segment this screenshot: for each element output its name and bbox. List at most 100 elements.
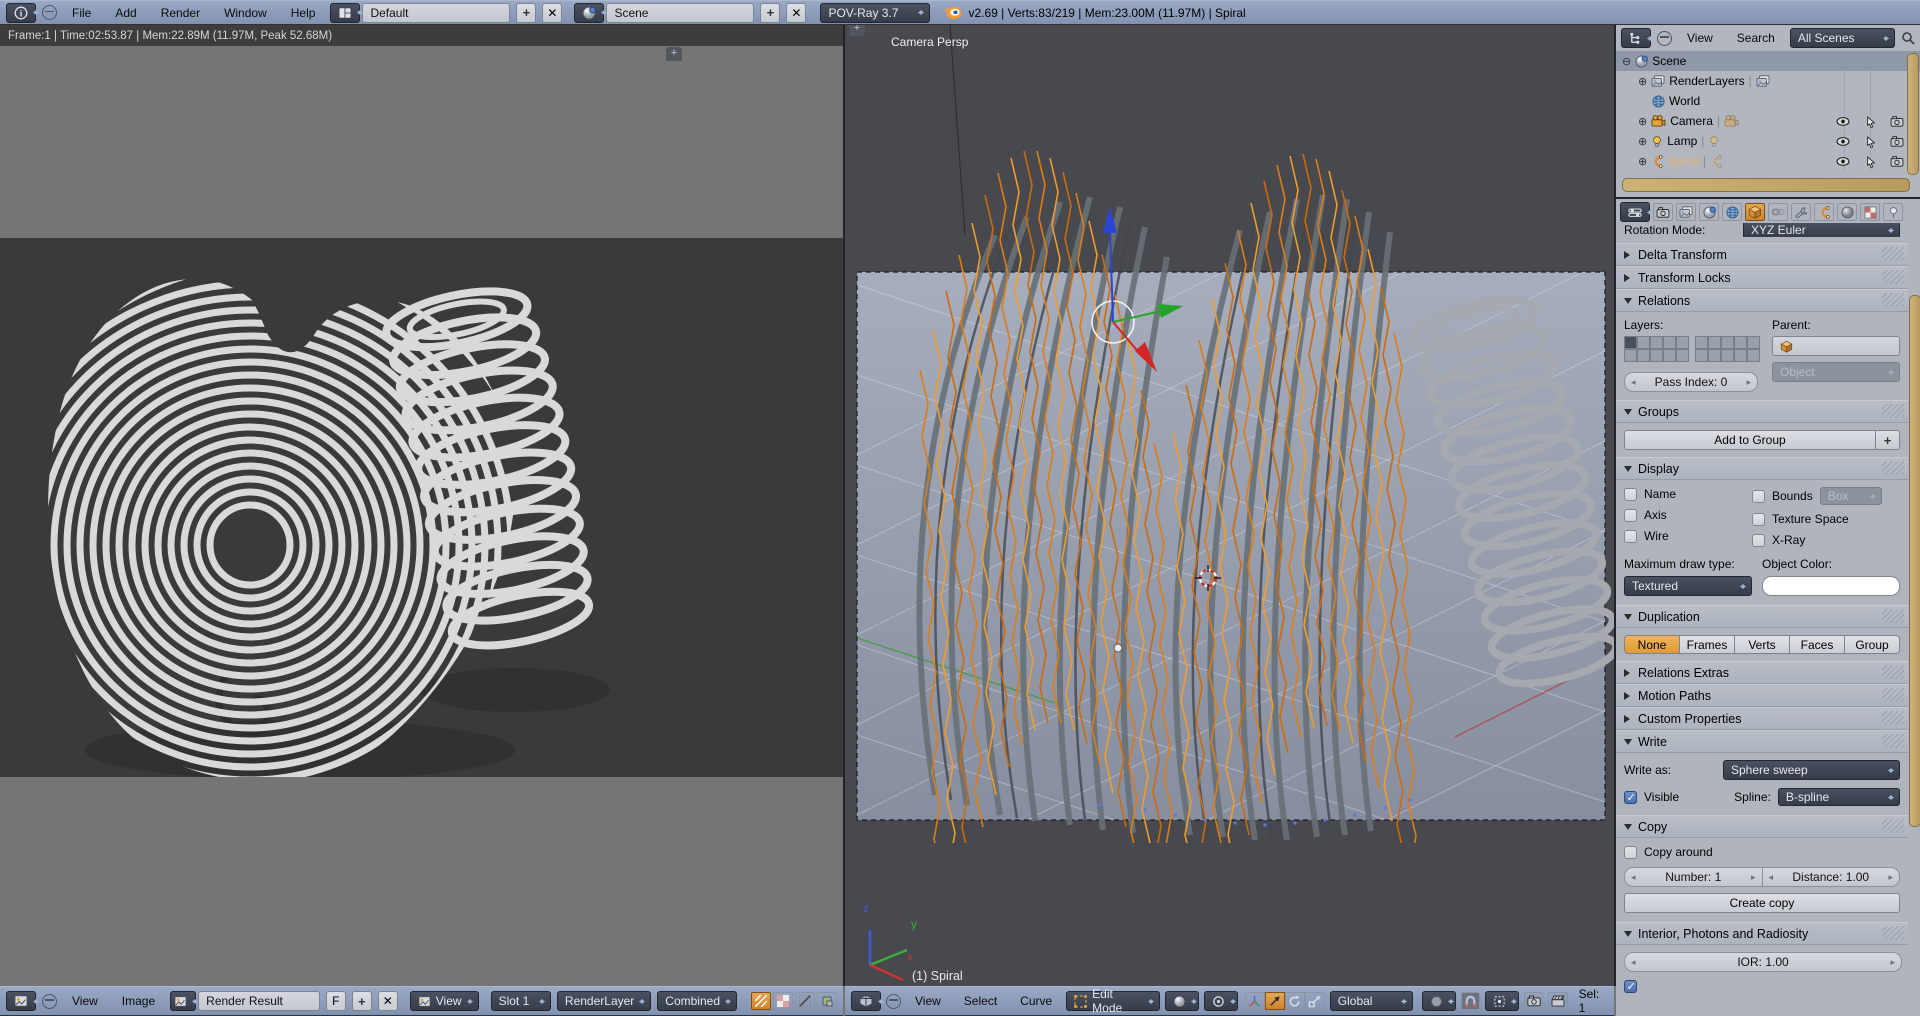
render-layer-select[interactable]: RenderLayer bbox=[557, 991, 651, 1011]
region-expand-tab[interactable]: + bbox=[666, 47, 682, 61]
rotate-manipulator-button[interactable] bbox=[1285, 992, 1305, 1010]
render-engine-select[interactable]: POV-Ray 3.7 bbox=[820, 3, 930, 23]
panel-groups[interactable]: Groups bbox=[1616, 400, 1908, 423]
panel-display[interactable]: Display bbox=[1616, 457, 1908, 480]
translate-manipulator-button[interactable] bbox=[1265, 992, 1285, 1010]
screen-layout-browse-button[interactable] bbox=[330, 3, 360, 23]
display-xray-checkbox[interactable] bbox=[1752, 534, 1765, 547]
write-as-select[interactable]: Sphere sweep bbox=[1723, 760, 1900, 780]
selectability-cursor-icon[interactable] bbox=[1866, 134, 1876, 148]
copy-distance-slider[interactable]: ◂Distance: 1.00▸ bbox=[1763, 867, 1901, 887]
outliner-item-world[interactable]: World bbox=[1616, 91, 1920, 111]
pin-icon[interactable] bbox=[1657, 31, 1672, 46]
create-copy-button[interactable]: Create copy bbox=[1624, 893, 1900, 913]
tab-modifiers[interactable] bbox=[1791, 203, 1811, 221]
outliner-item-renderlayers[interactable]: ⊕ RenderLayers | bbox=[1616, 71, 1920, 91]
draw-image-toggle[interactable] bbox=[751, 992, 771, 1010]
outliner-item-spiral[interactable]: ⊕ Spiral | bbox=[1616, 151, 1920, 171]
parent-field[interactable] bbox=[1772, 336, 1900, 356]
menu-add[interactable]: Add bbox=[106, 6, 145, 20]
outliner-horizontal-scrollbar[interactable] bbox=[1622, 178, 1910, 192]
screen-layout-field[interactable]: Default bbox=[362, 3, 510, 23]
outliner-menu-view[interactable]: View bbox=[1678, 31, 1722, 45]
rotation-mode-select[interactable]: XYZ Euler bbox=[1743, 223, 1900, 237]
spline-select[interactable]: B-spline bbox=[1778, 788, 1900, 806]
info-editor-type-button[interactable] bbox=[6, 3, 36, 23]
tab-render-layers[interactable] bbox=[1676, 203, 1696, 221]
render-opengl-button[interactable] bbox=[1524, 992, 1543, 1010]
fake-user-button[interactable]: F bbox=[326, 991, 346, 1011]
display-name-checkbox[interactable] bbox=[1624, 488, 1637, 501]
tab-object-data[interactable] bbox=[1814, 203, 1834, 221]
tab-constraints[interactable] bbox=[1768, 203, 1788, 221]
tab-world[interactable] bbox=[1722, 203, 1742, 221]
visibility-eye-icon[interactable] bbox=[1836, 114, 1850, 128]
panel-motion-paths[interactable]: Motion Paths bbox=[1616, 684, 1908, 707]
tab-physics[interactable] bbox=[1883, 203, 1903, 221]
menu-render[interactable]: Render bbox=[152, 6, 209, 20]
draw-alpha-toggle[interactable] bbox=[773, 992, 793, 1010]
viewport-3d[interactable]: Camera Persp z y x (1) Spiral + bbox=[845, 25, 1616, 986]
add-to-group-new-button[interactable]: + bbox=[1876, 430, 1900, 450]
duplication-verts-button[interactable]: Verts bbox=[1735, 635, 1790, 654]
layers-grid-2[interactable] bbox=[1695, 336, 1760, 362]
object-color-swatch[interactable] bbox=[1762, 576, 1900, 596]
pivot-point-select[interactable] bbox=[1204, 991, 1238, 1011]
panel-copy[interactable]: Copy bbox=[1616, 815, 1908, 838]
outliner-vertical-scrollbar[interactable] bbox=[1907, 53, 1919, 175]
scene-add-button[interactable]: + bbox=[760, 3, 780, 23]
snap-element-select[interactable] bbox=[1485, 991, 1519, 1011]
manipulator-toggle[interactable] bbox=[1245, 992, 1265, 1010]
draw-type-select[interactable]: Textured bbox=[1624, 576, 1752, 596]
menu-window[interactable]: Window bbox=[215, 6, 276, 20]
outliner-item-camera[interactable]: ⊕ Camera | bbox=[1616, 111, 1920, 131]
panel-relations[interactable]: Relations bbox=[1616, 289, 1908, 312]
image-editor-type-button[interactable] bbox=[6, 991, 36, 1011]
render-opengl-anim-button[interactable] bbox=[1548, 992, 1567, 1010]
tab-material[interactable] bbox=[1837, 203, 1857, 221]
region-expand-tab[interactable]: + bbox=[849, 25, 865, 36]
screen-layout-add-button[interactable]: + bbox=[516, 3, 536, 23]
visible-checkbox[interactable] bbox=[1624, 791, 1637, 804]
scene-field[interactable]: Scene bbox=[606, 3, 754, 23]
renderability-camera-icon[interactable] bbox=[1890, 114, 1904, 128]
menu-file[interactable]: File bbox=[63, 6, 100, 20]
duplication-none-button[interactable]: None bbox=[1624, 635, 1680, 654]
draw-zbuffer-toggle[interactable] bbox=[795, 992, 815, 1010]
selectability-cursor-icon[interactable] bbox=[1866, 154, 1876, 168]
copy-around-checkbox[interactable] bbox=[1624, 846, 1637, 859]
duplication-faces-button[interactable]: Faces bbox=[1790, 635, 1845, 654]
snap-toggle[interactable] bbox=[1461, 992, 1480, 1010]
image-browse-button[interactable] bbox=[170, 991, 196, 1011]
menu-view[interactable]: View bbox=[63, 994, 107, 1008]
pass-index-slider[interactable]: ◂Pass Index: 0▸ bbox=[1624, 372, 1758, 392]
image-name-field[interactable]: Render Result bbox=[198, 991, 320, 1011]
tab-texture[interactable] bbox=[1860, 203, 1880, 221]
renderability-camera-icon[interactable] bbox=[1890, 154, 1904, 168]
menu-curve[interactable]: Curve bbox=[1011, 994, 1061, 1008]
panel-delta-transform[interactable]: Delta Transform bbox=[1616, 243, 1908, 266]
menu-help[interactable]: Help bbox=[282, 6, 325, 20]
selectability-cursor-icon[interactable] bbox=[1866, 114, 1876, 128]
transform-orientation-select[interactable]: Global bbox=[1330, 991, 1413, 1011]
scene-delete-button[interactable]: ✕ bbox=[786, 3, 806, 23]
menu-image[interactable]: Image bbox=[113, 994, 164, 1008]
duplication-frames-button[interactable]: Frames bbox=[1680, 635, 1735, 654]
viewport-shading-select[interactable] bbox=[1165, 991, 1199, 1011]
viewport-editor-type-button[interactable] bbox=[851, 991, 881, 1011]
image-view-mode-select[interactable]: View bbox=[410, 991, 479, 1011]
visibility-eye-icon[interactable] bbox=[1836, 154, 1850, 168]
color-management-toggle[interactable] bbox=[817, 992, 837, 1010]
outliner-item-scene[interactable]: ⊖ Scene bbox=[1616, 51, 1920, 71]
duplication-group-button[interactable]: Group bbox=[1845, 635, 1900, 654]
proportional-edit-select[interactable] bbox=[1422, 991, 1456, 1011]
pin-icon[interactable] bbox=[42, 994, 57, 1009]
render-slot-select[interactable]: Slot 1 bbox=[491, 991, 551, 1011]
panel-duplication[interactable]: Duplication bbox=[1616, 605, 1908, 628]
display-bounds-checkbox[interactable] bbox=[1752, 490, 1765, 503]
copy-number-slider[interactable]: ◂Number: 1▸ bbox=[1624, 867, 1763, 887]
outliner-menu-search[interactable]: Search bbox=[1728, 31, 1784, 45]
display-wire-checkbox[interactable] bbox=[1624, 530, 1637, 543]
tab-object[interactable] bbox=[1745, 203, 1765, 221]
renderability-camera-icon[interactable] bbox=[1890, 134, 1904, 148]
